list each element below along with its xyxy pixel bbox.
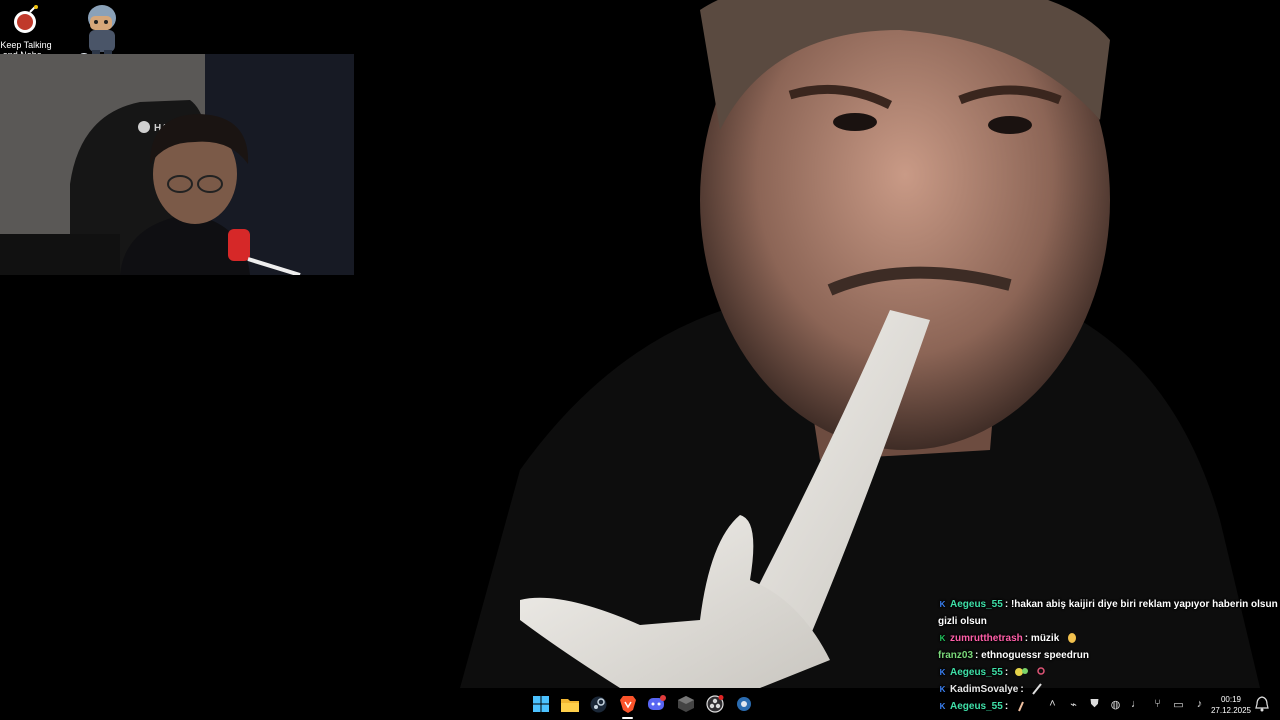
ktane-bomb-icon xyxy=(14,5,38,33)
taskbar-file-explorer[interactable] xyxy=(555,688,584,720)
webcam-feed-image: HA xyxy=(0,54,354,275)
webcam-overlay: HA xyxy=(0,54,354,275)
chat-message: Kzumrutthetrash: müzik xyxy=(936,630,1280,647)
system-tray: ˄ ⌁ ⛊ ◍ ♩ ⑂ ▭ ♪ xyxy=(1042,688,1210,720)
subscriber-badge: K xyxy=(939,634,946,643)
brave-icon xyxy=(619,696,636,713)
taskbar-obs[interactable] xyxy=(700,688,729,720)
taskbar-cube-app[interactable] xyxy=(671,688,700,720)
subscriber-badge: K xyxy=(939,600,946,609)
taskbar-steam[interactable] xyxy=(584,688,613,720)
taskbar-clock[interactable]: 00:19 27.12.2025 xyxy=(1204,694,1258,716)
chat-username: franz03 xyxy=(938,650,974,661)
chat-cutoff-line xyxy=(936,586,1280,596)
chat-message: K Aegeus_55: xyxy=(936,664,1280,681)
notification-bell-icon[interactable] xyxy=(1255,696,1269,712)
plugin-icon[interactable]: ⌁ xyxy=(1063,688,1084,720)
clock-time: 00:19 xyxy=(1220,695,1242,704)
chat-text: ethnoguessr speedrun xyxy=(981,650,1089,661)
start-button[interactable] xyxy=(526,688,555,720)
taskbar-gear-app[interactable] xyxy=(729,688,758,720)
mic-icon[interactable]: ⑂ xyxy=(1147,688,1168,720)
taskbar: ˄ ⌁ ⛊ ◍ ♩ ⑂ ▭ ♪ 00:19 27.12.2025 xyxy=(0,688,1280,720)
steam-icon xyxy=(590,696,607,712)
clock-date: 27.12.2025 xyxy=(1210,706,1252,715)
taskbar-apps xyxy=(526,688,758,720)
chat-username: zumrutthetrash xyxy=(950,633,1023,644)
discord-icon xyxy=(647,695,666,710)
ear-emote xyxy=(1068,633,1077,644)
chat-message: K Aegeus_55: !hakan abiş kaijiri diye bir… xyxy=(936,596,1280,630)
chat-text: müzik xyxy=(1030,633,1060,644)
shield-icon[interactable]: ⛊ xyxy=(1084,688,1105,720)
chat-separator: : xyxy=(1024,633,1029,644)
volume-icon[interactable]: ♩ xyxy=(1126,688,1147,720)
taskbar-brave[interactable] xyxy=(613,688,642,720)
chevron-up-icon[interactable]: ˄ xyxy=(1042,688,1063,720)
chat-separator: : xyxy=(975,650,979,661)
pink-emote xyxy=(1036,667,1045,676)
chat-username: Aegeus_55 xyxy=(950,599,1003,610)
windows-icon xyxy=(532,696,549,712)
chat-separator: : xyxy=(1004,599,1009,610)
active-indicator xyxy=(622,717,633,719)
gear-app-icon xyxy=(736,697,751,711)
chat-separator: : xyxy=(1004,667,1009,678)
steam-tray-icon[interactable]: ◍ xyxy=(1105,688,1126,720)
desktop-icon-keep-talking[interactable]: Keep Talking and Nobo... xyxy=(0,4,52,60)
emote-pair xyxy=(1014,668,1028,677)
subscriber-badge: K xyxy=(939,668,946,677)
chat-username: Aegeus_55 xyxy=(950,667,1003,678)
obs-icon xyxy=(705,695,724,713)
taskbar-discord[interactable] xyxy=(642,688,671,720)
cube-icon xyxy=(677,696,694,712)
network-icon[interactable]: ▭ xyxy=(1168,688,1189,720)
folder-icon xyxy=(560,698,579,712)
chat-message: franz03: ethnoguessr speedrun xyxy=(936,647,1280,664)
